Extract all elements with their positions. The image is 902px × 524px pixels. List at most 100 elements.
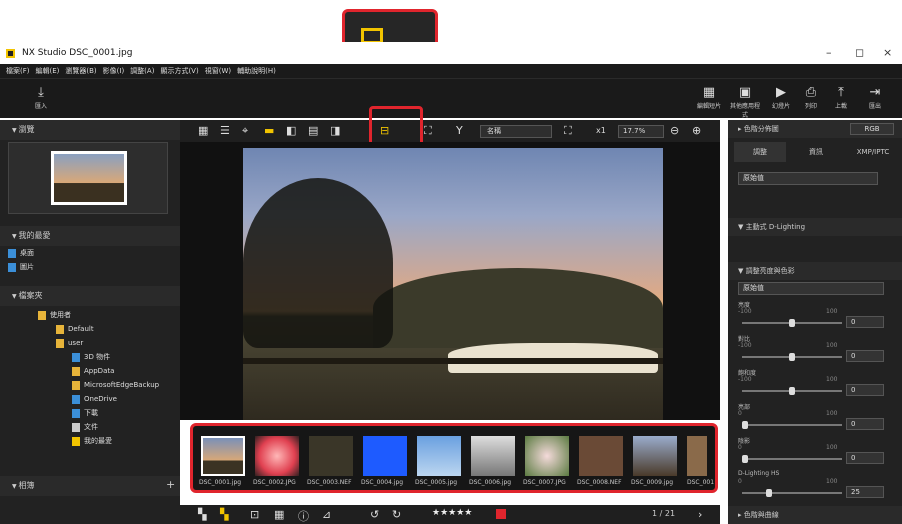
list-view-icon[interactable]: ☰ [220, 124, 230, 137]
thumb-1[interactable] [201, 436, 245, 476]
thumb-2[interactable] [255, 436, 299, 476]
thumb-9[interactable] [633, 436, 677, 476]
brightness-header[interactable]: ▼ 調整亮度與色彩 [728, 262, 902, 280]
favorites-header[interactable]: 我的最愛 [0, 226, 180, 246]
menu-browser[interactable]: 瀏覽器(B) [65, 64, 96, 78]
slider-track-3[interactable] [742, 421, 842, 429]
menu-adjust[interactable]: 調整(A) [130, 64, 154, 78]
folder-documents[interactable]: 文件 [8, 420, 168, 434]
slider-track-5[interactable] [742, 489, 842, 497]
compare-view-icon[interactable]: ◧ [286, 124, 296, 137]
thumb-7[interactable] [525, 436, 569, 476]
thumb-5[interactable] [417, 436, 461, 476]
rotate-right-icon[interactable]: ↻ [392, 508, 401, 521]
albums-header[interactable]: 相簿 [0, 476, 180, 496]
filter-icon[interactable]: Y [456, 124, 463, 137]
slider-value-3[interactable]: 0 [846, 418, 884, 430]
adl-header[interactable]: ▼ 主動式 D-Lighting [728, 218, 902, 236]
info-icon[interactable]: ⓘ [298, 508, 309, 524]
map-view-icon[interactable]: ⌖ [242, 124, 248, 138]
folder-favorites[interactable]: 我的最愛 [8, 434, 168, 448]
preview-thumbnail[interactable] [51, 151, 127, 205]
hist-mode-select[interactable]: RGB [850, 123, 894, 135]
grid-overlay-icon[interactable]: ▦ [274, 508, 284, 521]
close-button[interactable]: × [883, 46, 892, 59]
folder-users[interactable]: 使用者 [8, 308, 168, 322]
fullscreen-icon[interactable]: ⛶ [424, 124, 432, 138]
multi-view-icon[interactable]: ▤ [308, 124, 318, 137]
export-button[interactable]: ⇥ 匯出 [858, 85, 892, 110]
fav-desktop[interactable]: 桌面 [8, 246, 168, 260]
slider-value-0[interactable]: 0 [846, 316, 884, 328]
browse-header[interactable]: 瀏覽 [0, 120, 180, 140]
compare-2-icon[interactable]: ◨ [330, 124, 340, 137]
slider-track-1[interactable] [742, 353, 842, 361]
folder-onedrive[interactable]: OneDrive [8, 392, 168, 406]
slider-track-2[interactable] [742, 387, 842, 395]
slider-value-1[interactable]: 0 [846, 350, 884, 362]
zoom-select[interactable]: 17.7% [618, 125, 664, 138]
color-label-icon[interactable] [496, 509, 506, 519]
preset-select[interactable]: 原始值 [738, 172, 878, 185]
tab-adjust[interactable]: 調整 [734, 142, 786, 162]
rating-stars[interactable]: ★★★★★ [432, 508, 472, 518]
menu-image[interactable]: 影像(I) [103, 64, 125, 78]
zoom-1x-button[interactable]: x1 [596, 126, 606, 135]
thumb-10[interactable] [687, 436, 707, 476]
label-icon[interactable]: ▚ [198, 508, 206, 521]
frame-icon[interactable]: ⊡ [250, 508, 259, 521]
fit-icon[interactable]: ⛶ [564, 124, 572, 138]
single-view-icon[interactable]: ▬ [264, 124, 274, 137]
histogram-icon[interactable]: ⊿ [322, 508, 331, 521]
tab-xmp[interactable]: XMP/IPTC [846, 142, 900, 162]
folder-default[interactable]: Default [8, 322, 168, 336]
folder-downloads[interactable]: 下載 [8, 406, 168, 420]
menu-edit[interactable]: 編輯(E) [36, 64, 60, 78]
curves-header[interactable]: ▸ 色階與曲線 [728, 506, 902, 524]
slider-track-4[interactable] [742, 455, 842, 463]
slider-knob-4[interactable] [742, 455, 748, 463]
filmstrip-layout-small-icon[interactable]: ▚ [220, 508, 228, 521]
edit-movie-button[interactable]: ▦ 編輯短片 [692, 85, 726, 110]
thumb-3[interactable] [309, 436, 353, 476]
thumb-4[interactable] [363, 436, 407, 476]
slider-knob-3[interactable] [742, 421, 748, 429]
menu-help[interactable]: 輔助說明(H) [237, 64, 276, 78]
zoom-out-icon[interactable]: ⊖ [670, 124, 679, 137]
folder-appdata[interactable]: AppData [8, 364, 168, 378]
folder-3d[interactable]: 3D 物件 [8, 350, 168, 364]
add-album-icon[interactable]: + [166, 478, 175, 491]
slider-knob-0[interactable] [789, 319, 795, 327]
grid-view-icon[interactable]: ▦ [198, 124, 208, 137]
menu-file[interactable]: 檔案(F) [6, 64, 30, 78]
slider-knob-2[interactable] [789, 387, 795, 395]
tab-info[interactable]: 資訊 [790, 142, 842, 162]
slideshow-button[interactable]: ▶ 幻燈片 [764, 85, 798, 110]
slider-track-0[interactable] [742, 319, 842, 327]
fav-pictures[interactable]: 圖片 [8, 260, 168, 274]
folder-edgebackup[interactable]: MicrosoftEdgeBackup [8, 378, 168, 392]
other-apps-button[interactable]: ▣ 其他應用程式 [728, 85, 762, 119]
import-button[interactable]: ⤓ 匯入 [24, 85, 58, 110]
slider-value-2[interactable]: 0 [846, 384, 884, 396]
upload-button[interactable]: ⤒ 上載 [824, 85, 858, 110]
slider-knob-1[interactable] [789, 353, 795, 361]
maximize-button[interactable]: ◻ [855, 46, 864, 59]
menu-window[interactable]: 視窗(W) [205, 64, 231, 78]
rotate-left-icon[interactable]: ↺ [370, 508, 379, 521]
slider-value-5[interactable]: 25 [846, 486, 884, 498]
main-photo[interactable] [243, 148, 663, 420]
minimize-button[interactable]: – [826, 46, 832, 59]
menu-view[interactable]: 顯示方式(V) [160, 64, 198, 78]
zoom-in-icon[interactable]: ⊕ [692, 124, 701, 137]
next-icon[interactable]: › [698, 508, 702, 521]
thumb-8[interactable] [579, 436, 623, 476]
folders-header[interactable]: 檔案夾 [0, 286, 180, 306]
brightness-preset-select[interactable]: 原始值 [738, 282, 884, 295]
slider-knob-5[interactable] [765, 489, 772, 497]
sort-select[interactable]: 名稱 [480, 125, 552, 138]
slider-value-4[interactable]: 0 [846, 452, 884, 464]
print-button[interactable]: ⎙ 列印 [794, 85, 828, 110]
thumb-6[interactable] [471, 436, 515, 476]
folder-user[interactable]: user [8, 336, 168, 350]
